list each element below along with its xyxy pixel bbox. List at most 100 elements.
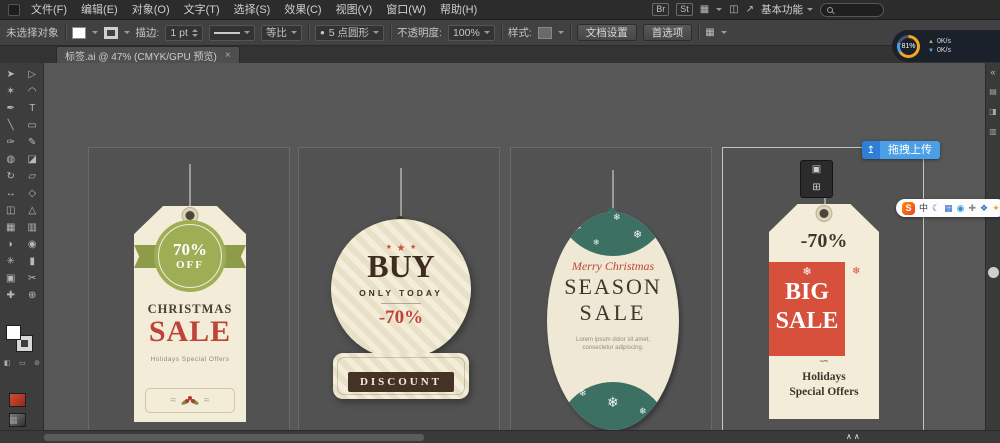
width-profile-dropdown[interactable]: 等比 <box>261 25 302 41</box>
blob-brush-tool[interactable]: ◍ <box>0 151 22 168</box>
zoom-tool[interactable]: ⊕ <box>22 287 44 304</box>
share-icon[interactable]: ↗ <box>746 0 754 20</box>
swatches-panel-icon[interactable]: ◨ <box>989 107 997 117</box>
toolbox-icon[interactable]: ❖ <box>980 199 988 217</box>
symbol-sprayer-tool[interactable]: ✳ <box>0 253 22 270</box>
gradient-tool[interactable]: ▥ <box>22 219 44 236</box>
keyboard-icon[interactable]: ▦ <box>944 199 953 217</box>
slice-tool[interactable]: ✂ <box>22 270 44 287</box>
chevron-down-icon[interactable] <box>92 31 98 34</box>
menu-file[interactable]: 文件(F) <box>24 0 74 20</box>
pencil-tool[interactable]: ✎ <box>22 134 44 151</box>
free-transform-tool[interactable]: ◇ <box>22 185 44 202</box>
arrange-documents-icon[interactable]: ▦ <box>700 0 709 20</box>
column-graph-tool[interactable]: ▮ <box>22 253 44 270</box>
capture-icon[interactable]: ▣ <box>812 164 821 176</box>
fill-color-swatch[interactable] <box>6 325 21 340</box>
align-panel-icon[interactable]: ▦ <box>705 23 714 43</box>
fill-swatch[interactable] <box>72 27 86 39</box>
lasso-tool[interactable]: ◠ <box>22 83 44 100</box>
brush-dropdown[interactable]: ● 5 点圆形 <box>315 25 384 41</box>
search-input[interactable] <box>837 4 877 16</box>
mesh-tool[interactable]: ▦ <box>0 219 22 236</box>
progress-ring: 81% <box>897 35 920 58</box>
rectangle-tool[interactable]: ▭ <box>22 117 44 134</box>
variable-width-dropdown[interactable] <box>209 25 255 41</box>
drag-upload-button[interactable]: ↥ 拖拽上传 <box>862 141 940 159</box>
chinese-mode-icon[interactable]: 中 <box>919 199 928 217</box>
blend-tool[interactable]: ◉ <box>22 236 44 253</box>
magic-wand-tool[interactable]: ✶ <box>0 83 22 100</box>
dock-knob[interactable] <box>988 267 999 278</box>
style-swatch[interactable] <box>538 27 552 39</box>
plus-icon[interactable]: ✚ <box>968 199 976 217</box>
color-mode-row: ◧ ▭ ⊘ <box>4 359 40 367</box>
ime-toolbar[interactable]: S 中 ☾ ▦ ◉ ✚ ❖ ✦ <box>896 199 1000 217</box>
stroke-swatch[interactable] <box>104 27 118 39</box>
bottom-scrollbar: ∧∧ <box>0 430 1000 443</box>
night-mode-icon[interactable]: ☾ <box>932 199 940 217</box>
none-icon[interactable]: ⊘ <box>34 359 40 367</box>
scale-tool[interactable]: ▱ <box>22 168 44 185</box>
pen-tool[interactable]: ✒ <box>0 100 22 117</box>
workspace-switcher[interactable]: 基本功能 <box>761 2 813 17</box>
hand-tool[interactable]: ✚ <box>0 287 22 304</box>
type-tool[interactable]: T <box>22 100 44 117</box>
menu-help[interactable]: 帮助(H) <box>433 0 484 20</box>
layout-icon[interactable]: ◫ <box>729 0 738 20</box>
stroke-label[interactable]: 描边: <box>136 25 160 40</box>
bridge-button[interactable]: Br <box>652 3 669 16</box>
mic-icon[interactable]: ◉ <box>957 199 965 217</box>
artboard-tool[interactable]: ▣ <box>0 270 22 287</box>
menu-window[interactable]: 窗口(W) <box>379 0 433 20</box>
chevron-down-icon[interactable] <box>124 31 130 34</box>
eyedropper-tool[interactable]: ◗ <box>0 236 22 253</box>
tools-panel: ➤ ▷ ✶ ◠ ✒ T ╲ ▭ ✑ ✎ ◍ ◪ ↻ ▱ ↔ ◇ ◫ △ ▦ ▥ … <box>0 63 44 430</box>
expand-icon[interactable]: ⊞ <box>812 182 820 194</box>
document-setup-button[interactable]: 文档设置 <box>577 24 637 41</box>
menu-select[interactable]: 选择(S) <box>227 0 278 20</box>
red-swatch[interactable] <box>9 393 26 407</box>
horizontal-scrollbar-thumb[interactable] <box>44 434 424 441</box>
selection-tool[interactable]: ➤ <box>0 66 22 83</box>
stroke-width-dropdown[interactable]: 1 pt <box>165 25 203 41</box>
gradient-icon[interactable]: ▭ <box>19 359 26 367</box>
stock-button[interactable]: St <box>676 3 693 16</box>
opacity-dropdown[interactable]: 100% <box>448 25 495 41</box>
color-panel-icon[interactable]: ▤ <box>989 87 997 97</box>
search-box[interactable] <box>820 3 884 17</box>
layers-panel-icon[interactable]: ▥ <box>989 127 997 137</box>
paintbrush-tool[interactable]: ✑ <box>0 134 22 151</box>
chevron-down-icon[interactable] <box>558 31 564 34</box>
document-tab[interactable]: 标签.ai @ 47% (CMYK/GPU 预览) × <box>56 46 240 63</box>
perspective-grid-tool[interactable]: △ <box>22 202 44 219</box>
style-label[interactable]: 样式: <box>508 25 532 40</box>
menu-object[interactable]: 对象(O) <box>125 0 177 20</box>
direct-selection-tool[interactable]: ▷ <box>22 66 44 83</box>
line-tool[interactable]: ╲ <box>0 117 22 134</box>
menu-effect[interactable]: 效果(C) <box>277 0 328 20</box>
menu-type[interactable]: 文字(T) <box>177 0 227 20</box>
color-icon[interactable]: ◧ <box>4 359 11 367</box>
screen-mode-icon[interactable]: ▦ <box>9 415 18 426</box>
tag3-body-line1: Lorem ipsum dolor sit amet, <box>547 336 679 344</box>
network-monitor-widget[interactable]: 81% ▲ 0K/s ▼ 0K/s <box>892 30 1000 62</box>
expand-panels-icon[interactable]: « <box>990 67 995 77</box>
floating-capture-toolbar[interactable]: ▣ ⊞ <box>800 160 833 198</box>
skin-icon[interactable]: ✦ <box>992 199 1000 217</box>
stroke-preview-icon <box>214 32 240 34</box>
chevron-down-icon[interactable] <box>721 31 727 34</box>
ime-logo-icon[interactable]: S <box>902 202 915 215</box>
rotate-tool[interactable]: ↻ <box>0 168 22 185</box>
opacity-label[interactable]: 不透明度: <box>397 25 442 40</box>
eraser-tool[interactable]: ◪ <box>22 151 44 168</box>
tag3-script: Merry Christmas <box>547 259 679 274</box>
preferences-button[interactable]: 首选项 <box>643 24 693 41</box>
shape-builder-tool[interactable]: ◫ <box>0 202 22 219</box>
menu-view[interactable]: 视图(V) <box>329 0 380 20</box>
stepper-icon[interactable] <box>192 29 198 37</box>
width-tool[interactable]: ↔ <box>0 185 22 202</box>
canvas[interactable]: 70% OFF CHRISTMAS SALE Holidays Special … <box>44 63 985 430</box>
close-tab-icon[interactable]: × <box>225 50 231 61</box>
menu-edit[interactable]: 编辑(E) <box>74 0 125 20</box>
